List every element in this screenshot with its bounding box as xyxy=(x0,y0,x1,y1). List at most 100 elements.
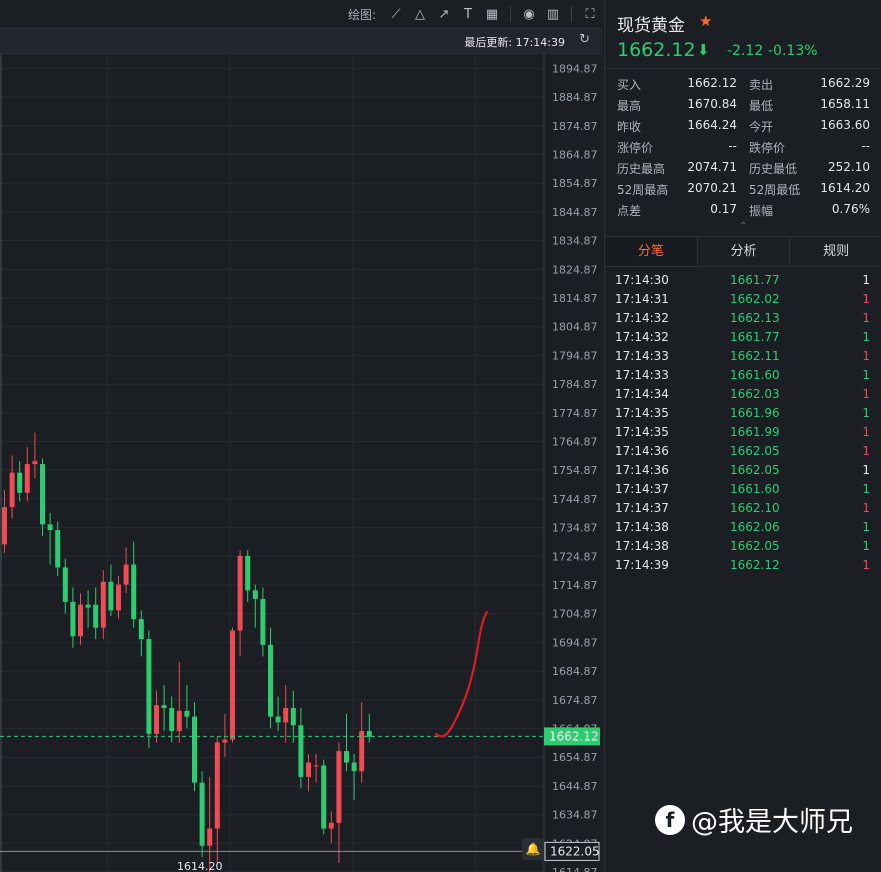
trade-volume: 1 xyxy=(862,273,870,287)
refresh-icon[interactable]: ↻ xyxy=(579,32,590,47)
trade-volume: 1 xyxy=(862,463,870,477)
y-tick-label: 1634.87 xyxy=(552,809,598,822)
trade-time: 17:14:35 xyxy=(615,406,669,420)
y-tick-label: 1804.87 xyxy=(552,321,598,334)
eye-icon[interactable]: ◉ xyxy=(517,4,541,24)
fullscreen-icon[interactable]: ⛶ xyxy=(578,4,602,24)
trade-volume: 1 xyxy=(862,425,870,439)
trade-time: 17:14:37 xyxy=(615,482,669,496)
last-price: 1662.12 xyxy=(617,39,696,61)
trade-volume: 1 xyxy=(862,349,870,363)
candle-body xyxy=(184,710,190,717)
trade-volume: 1 xyxy=(862,501,870,515)
candle-body xyxy=(176,710,182,731)
y-tick-label: 1774.87 xyxy=(552,407,598,420)
quote-stats: 买入 1662.12 卖出 1662.29 最高 1670.84 最低 1658.11 昨收 16… xyxy=(617,73,870,220)
trade-time: 17:14:36 xyxy=(615,444,669,458)
tab-rules[interactable]: 规则 xyxy=(790,237,881,266)
trade-time: 17:14:32 xyxy=(615,330,669,344)
candle-body xyxy=(245,555,251,591)
trade-time: 17:14:32 xyxy=(615,311,669,325)
draw-label: 绘图: xyxy=(347,7,376,22)
collapse-caret-icon[interactable]: ⌃ xyxy=(739,221,747,232)
toolbar-divider xyxy=(571,6,572,22)
candle-body xyxy=(359,730,365,772)
stat-value: 1658.11 xyxy=(820,97,870,111)
candle-body xyxy=(47,524,53,531)
trade-price: 1662.05 xyxy=(730,444,780,458)
candle-body xyxy=(306,762,311,777)
trade-price: 1662.13 xyxy=(730,311,780,325)
trade-price: 1662.02 xyxy=(730,292,780,306)
trade-price: 1662.03 xyxy=(730,387,780,401)
trade-row: 17:14:36 1662.05 1 xyxy=(605,460,881,479)
trade-time: 17:14:37 xyxy=(615,501,669,515)
candle-body xyxy=(116,584,121,611)
last-update-time: 17:14:39 xyxy=(515,36,565,49)
text-tool-icon[interactable]: T xyxy=(456,4,480,24)
candlestick-chart[interactable]: 1894.87 1884.87 1874.87 1864.87 1854.87 1844.… xyxy=(0,54,602,872)
stat-value: 1662.29 xyxy=(820,76,870,90)
favorite-star-icon[interactable]: ★ xyxy=(699,12,712,30)
trade-price: 1662.11 xyxy=(730,349,780,363)
stat-label: 历史最高 xyxy=(617,162,666,176)
stat-value: -- xyxy=(728,139,737,153)
trash-icon[interactable]: ▥ xyxy=(541,4,565,24)
stat-value: 1663.60 xyxy=(820,118,870,132)
y-tick-label: 1764.87 xyxy=(552,435,598,448)
candle-body xyxy=(192,716,197,783)
trade-time: 17:14:34 xyxy=(615,387,669,401)
trade-volume: 1 xyxy=(862,539,870,553)
trade-time: 17:14:30 xyxy=(615,273,669,287)
divider xyxy=(605,68,881,69)
candle-body xyxy=(366,730,372,737)
trade-volume: 1 xyxy=(862,387,870,401)
current-price-label: 1662.12 xyxy=(549,729,599,743)
y-tick-label: 1754.87 xyxy=(552,464,598,477)
stat-label: 52周最低 xyxy=(749,183,801,197)
y-tick-label: 1694.87 xyxy=(552,636,598,649)
low-price-label: 1614.20 xyxy=(177,860,223,872)
stat-value: 1670.84 xyxy=(687,97,737,111)
stat-value: 1662.12 xyxy=(687,76,737,90)
trade-price: 1662.06 xyxy=(730,520,780,534)
y-tick-label: 1644.87 xyxy=(552,780,598,793)
candle-body xyxy=(154,705,159,734)
candle-body xyxy=(222,739,228,743)
stat-label: 跌停价 xyxy=(749,141,786,155)
bell-icon[interactable]: 🔔 xyxy=(522,838,544,860)
triangle-tool-icon[interactable]: △ xyxy=(408,4,432,24)
trade-row: 17:14:33 1661.60 1 xyxy=(605,365,881,384)
trade-volume: 1 xyxy=(862,330,870,344)
y-tick-label: 1884.87 xyxy=(552,91,598,104)
stat-label: 最低 xyxy=(749,99,774,113)
stats-row: 涨停价 -- 跌停价 -- xyxy=(617,136,870,157)
y-tick-label: 1734.87 xyxy=(552,522,598,535)
trade-row: 17:14:35 1661.99 1 xyxy=(605,422,881,441)
trade-row: 17:14:31 1662.02 1 xyxy=(605,289,881,308)
y-tick-label: 1714.87 xyxy=(552,579,598,592)
stat-value: 0.76% xyxy=(831,202,870,216)
stat-label: 昨收 xyxy=(617,120,642,134)
stats-row: 历史最高 2074.71 历史最低 252.10 xyxy=(617,157,870,178)
stat-value: 252.10 xyxy=(828,160,870,174)
stat-label: 今开 xyxy=(749,120,774,134)
toolbar-divider xyxy=(510,6,511,22)
candle-body xyxy=(268,644,273,717)
tab-analysis[interactable]: 分析 xyxy=(697,237,791,266)
candle-body xyxy=(313,765,319,767)
tab-ticks[interactable]: 分笔 xyxy=(605,237,698,266)
drawing-toolbar: 绘图: ⟋ △ ↗ T ▦ ◉ ▥ ⛶ xyxy=(0,0,602,28)
line-tool-icon[interactable]: ⟋ xyxy=(384,4,408,24)
trade-volume: 1 xyxy=(862,558,870,572)
trade-row: 17:14:36 1662.05 1 xyxy=(605,441,881,460)
candle-body xyxy=(290,708,296,726)
trade-row: 17:14:38 1662.06 1 xyxy=(605,517,881,536)
candle-body xyxy=(100,581,106,628)
stat-value: 1614.20 xyxy=(820,181,870,195)
alert-price-label: 1622.05 xyxy=(550,844,600,858)
grid-tool-icon[interactable]: ▦ xyxy=(480,4,504,24)
trade-price: 1661.77 xyxy=(730,273,780,287)
arrow-tool-icon[interactable]: ↗ xyxy=(432,4,456,24)
stat-label: 卖出 xyxy=(749,78,774,92)
